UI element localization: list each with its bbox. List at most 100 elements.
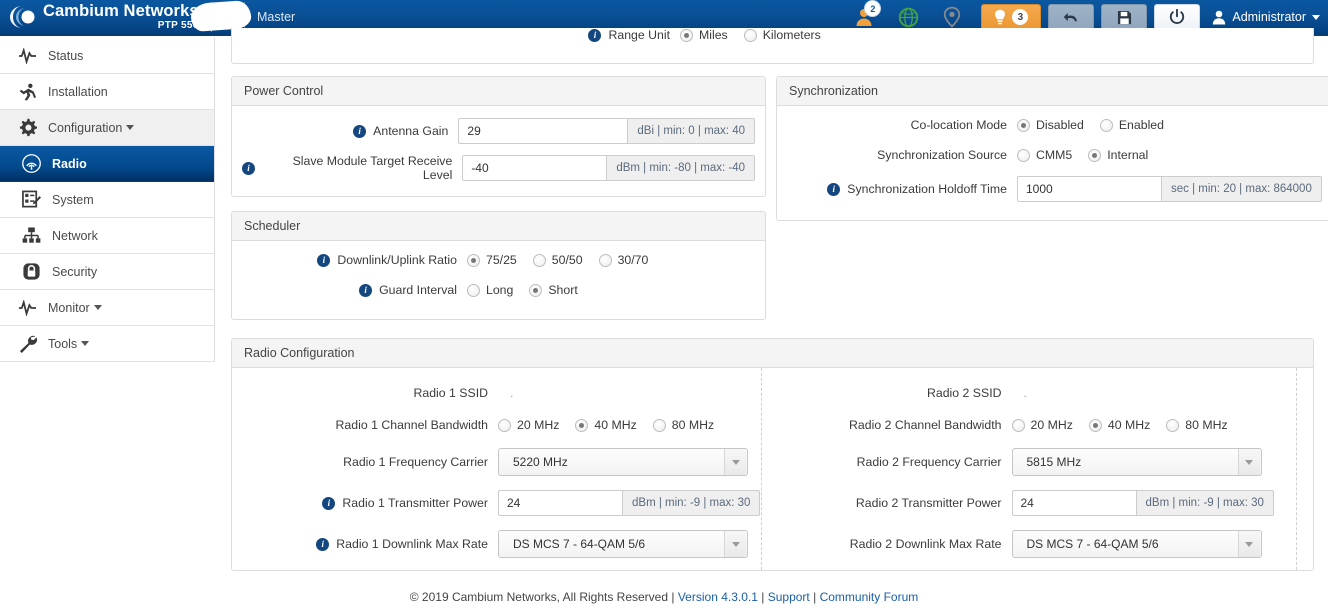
radio2-ssid-value: . [1023, 386, 1027, 400]
radio-indicator[interactable] [1011, 418, 1025, 432]
undo-button[interactable] [1048, 4, 1095, 30]
guard-interval-option-short[interactable]: Short [529, 283, 578, 297]
sync-source-option-internal[interactable]: Internal [1088, 148, 1148, 162]
option-label: 40 MHz [594, 418, 637, 432]
synchronization-panel: Synchronization Co-location Mode Disable… [776, 76, 1328, 221]
brand-text: Cambium Networks PTP 550 [43, 3, 199, 32]
chevron-down-icon[interactable] [724, 531, 746, 557]
sidebar-item-network[interactable]: Network [0, 218, 214, 254]
radio1-max-rate-select[interactable]: DS MCS 7 - 64-QAM 5/6 [498, 530, 748, 558]
save-button[interactable] [1101, 4, 1148, 30]
info-icon[interactable]: i [359, 283, 373, 297]
sidebar-item-security[interactable]: Security [0, 254, 214, 290]
slave-rx-level-unit-hint: dBm | min: -80 | max: -40 [607, 155, 755, 181]
radio1-bandwidth-option-20[interactable]: 20 MHz [498, 418, 559, 432]
radio-indicator[interactable] [575, 418, 589, 432]
sidebar-item-tools[interactable]: Tools [0, 326, 214, 362]
radio2-frequency-select[interactable]: 5815 MHz [1011, 448, 1262, 476]
range-unit-option-miles[interactable]: Miles [680, 28, 728, 42]
select-value: 5220 MHz [513, 455, 568, 469]
sidebar-item-configuration[interactable]: Configuration [0, 110, 214, 146]
info-icon[interactable]: i [588, 28, 602, 42]
radio2-bandwidth-radio-group: 20 MHz 40 MHz 80 MHz [1011, 418, 1238, 432]
user-avatar-icon [1213, 10, 1226, 24]
radio1-bandwidth-option-80[interactable]: 80 MHz [652, 418, 714, 432]
radio2-max-rate-row: Radio 2 Downlink Max Rate DS MCS 7 - 64-… [784, 530, 1297, 558]
sync-source-option-cmm5[interactable]: CMM5 [1017, 148, 1072, 162]
radio-indicator[interactable] [1017, 118, 1030, 132]
footer-version-link[interactable]: Version 4.3.0.1 [678, 590, 758, 604]
radio1-tx-power-input[interactable]: 24 [498, 490, 623, 516]
info-icon[interactable]: i [827, 182, 841, 196]
guard-interval-label: Guard Interval [379, 283, 457, 297]
save-icon [1117, 10, 1131, 24]
sync-holdoff-time-input[interactable]: 1000 [1017, 176, 1162, 202]
co-location-mode-radio-group: Disabled Enabled [1017, 118, 1174, 132]
radio1-bandwidth-row: Radio 1 Channel Bandwidth 20 MHz 40 MHz [248, 418, 761, 432]
radio1-bandwidth-option-40[interactable]: 40 MHz [575, 418, 637, 432]
radio-indicator[interactable] [680, 28, 693, 42]
radio-indicator[interactable] [598, 253, 612, 267]
radio1-tx-power-row: i Radio 1 Transmitter Power 24 dBm | min… [248, 490, 761, 516]
radio-indicator[interactable] [1166, 418, 1180, 432]
radio2-bandwidth-option-40[interactable]: 40 MHz [1088, 418, 1150, 432]
chevron-down-icon[interactable] [1237, 531, 1260, 557]
footer-separator: | [671, 590, 675, 604]
sidebar-item-label: Installation [48, 84, 108, 99]
radio2-bandwidth-option-20[interactable]: 20 MHz [1011, 418, 1073, 432]
sidebar-item-system[interactable]: System [0, 182, 214, 218]
brand-name: Cambium Networks [43, 1, 199, 20]
sidebar-item-radio[interactable]: Radio [0, 146, 214, 182]
radio-indicator[interactable] [529, 283, 543, 297]
footer-support-link[interactable]: Support [768, 590, 810, 604]
info-icon[interactable]: i [242, 161, 255, 175]
radio1-max-rate-row: i Radio 1 Downlink Max Rate DS MCS 7 - 6… [248, 530, 761, 558]
radio1-ssid-row: Radio 1 SSID . [248, 386, 761, 400]
dl-ul-option-50-50[interactable]: 50/50 [532, 253, 583, 267]
radio2-max-rate-select[interactable]: DS MCS 7 - 64-QAM 5/6 [1011, 530, 1262, 558]
chevron-down-icon[interactable] [724, 449, 746, 475]
antenna-gain-input[interactable]: 29 [458, 118, 629, 144]
tips-button[interactable]: 3 [981, 4, 1042, 30]
footer-community-link[interactable]: Community Forum [820, 590, 919, 604]
radio-indicator[interactable] [467, 283, 480, 297]
radio-indicator[interactable] [1017, 148, 1030, 162]
radio2-tx-power-input[interactable]: 24 [1011, 490, 1137, 516]
dl-ul-ratio-radio-group: 75/25 50/50 30/70 [467, 253, 658, 267]
power-button[interactable] [1154, 4, 1201, 30]
sidebar-item-status[interactable]: Status [0, 38, 214, 74]
radio1-frequency-select[interactable]: 5220 MHz [498, 448, 748, 476]
chevron-down-icon [81, 341, 90, 346]
info-icon[interactable]: i [317, 253, 331, 267]
radio-indicator[interactable] [652, 418, 666, 432]
radio-indicator[interactable] [1099, 118, 1113, 132]
pulse-icon [16, 299, 38, 316]
radio-indicator[interactable] [743, 28, 757, 42]
co-location-option-enabled[interactable]: Enabled [1099, 118, 1164, 132]
footer: © 2019 Cambium Networks, All Rights Rese… [0, 590, 1328, 604]
radio-indicator[interactable] [498, 418, 511, 432]
info-icon[interactable]: i [316, 537, 330, 551]
option-label: 20 MHz [517, 418, 560, 432]
admin-menu[interactable]: Administrator [1212, 10, 1320, 25]
radio-indicator[interactable] [1088, 418, 1102, 432]
radio2-bandwidth-option-80[interactable]: 80 MHz [1166, 418, 1228, 432]
info-icon[interactable]: i [322, 496, 336, 510]
info-icon[interactable]: i [353, 124, 367, 138]
dl-ul-option-30-70[interactable]: 30/70 [598, 253, 648, 267]
radio-indicator[interactable] [532, 253, 546, 267]
option-label: 75/25 [486, 253, 517, 267]
slave-rx-level-input[interactable]: -40 [462, 155, 608, 181]
sidebar-item-installation[interactable]: Installation [0, 74, 214, 110]
co-location-option-disabled[interactable]: Disabled [1017, 118, 1084, 132]
radio-indicator[interactable] [467, 253, 480, 267]
co-location-mode-label: Co-location Mode [910, 118, 1007, 132]
sidebar-item-monitor[interactable]: Monitor [0, 290, 214, 326]
sidebar-item-label: Configuration [48, 120, 123, 135]
range-unit-option-kilometers[interactable]: Kilometers [743, 28, 821, 42]
guard-interval-option-long[interactable]: Long [467, 283, 513, 297]
radio-indicator[interactable] [1088, 148, 1102, 162]
radio-configuration-panel: Radio Configuration Radio 1 SSID . Radio… [231, 338, 1314, 571]
dl-ul-option-75-25[interactable]: 75/25 [467, 253, 517, 267]
chevron-down-icon[interactable] [1237, 449, 1260, 475]
